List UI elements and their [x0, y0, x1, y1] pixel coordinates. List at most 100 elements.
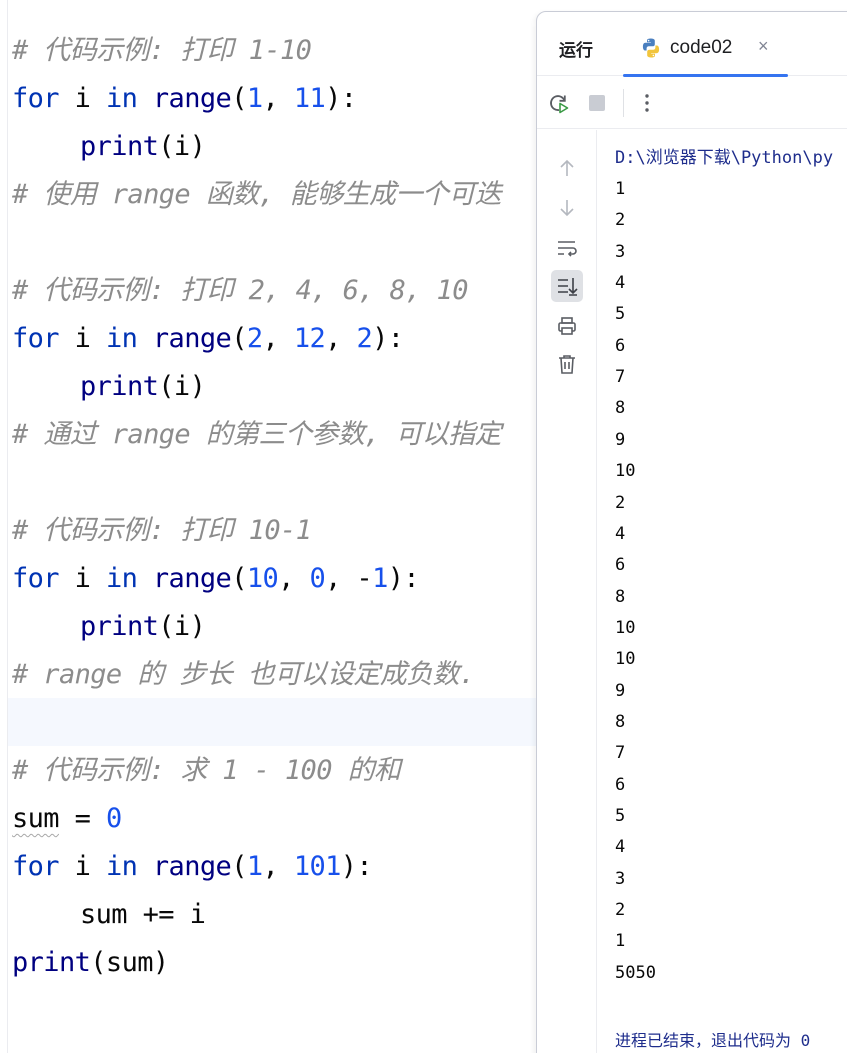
code-token: 12 [293, 323, 326, 354]
code-comment-line: # 通过 range 的第三个参数, 可以指定 [12, 419, 502, 450]
more-vertical-icon[interactable] [635, 91, 659, 115]
code-token: in [105, 563, 138, 594]
console-output-line: 10 [615, 649, 636, 670]
code-token: , [262, 851, 294, 882]
code-token: 0 [309, 563, 326, 594]
code-token: in [105, 851, 138, 882]
run-panel-title: 运行 [559, 41, 593, 60]
code-comment-line: # 代码示例: 打印 2, 4, 6, 8, 10 [12, 275, 468, 306]
console-side-toolbar [537, 130, 597, 1053]
code-token: i [58, 851, 106, 882]
code-token: print [80, 371, 159, 402]
arrow-down-icon[interactable] [551, 192, 583, 224]
editor-gutter-divider [7, 0, 8, 1053]
tab-label: code02 [670, 37, 733, 58]
code-comment-line: # 代码示例: 求 1 - 100 的和 [12, 755, 401, 786]
console-output-line: 10 [615, 461, 636, 482]
code-token: 11 [293, 83, 326, 114]
scroll-to-end-icon[interactable] [551, 270, 583, 302]
code-comment-line: # 代码示例: 打印 1-10 [12, 35, 312, 66]
console-output-line: 10 [615, 617, 636, 638]
code-token: for [12, 83, 60, 114]
code-line: sum += i [80, 891, 206, 939]
code-token: range [152, 851, 232, 882]
console-output-line: 6 [615, 335, 626, 356]
code-token: sum [12, 803, 60, 834]
code-token: i [58, 563, 106, 594]
arrow-up-icon[interactable] [551, 152, 583, 184]
code-token: (i) [158, 371, 206, 402]
console-output-line: 1 [615, 931, 626, 952]
code-token: range [152, 563, 232, 594]
code-line: sum = 0 [12, 795, 122, 843]
console-output-line: 8 [615, 711, 626, 732]
code-token: ( [231, 563, 247, 594]
rerun-icon[interactable] [547, 91, 571, 115]
code-line: print(i) [80, 603, 206, 651]
code-line: for i in range(1, 11): [12, 75, 357, 123]
code-token: ): [372, 323, 404, 354]
code-line: print(i) [80, 363, 206, 411]
code-token: range [152, 83, 232, 114]
code-token: sum += i [80, 899, 206, 930]
console-output-line: 5050 [615, 962, 656, 983]
run-panel-header: 运行 code02 × [537, 12, 847, 77]
console-output-line: 4 [615, 273, 626, 294]
console-output-line: 2 [615, 492, 626, 513]
console-output-line: 6 [615, 774, 626, 795]
code-token: for [12, 323, 60, 354]
console-output-line: 7 [615, 743, 626, 764]
console-output-line: 5 [615, 304, 626, 325]
console-output-line: 9 [615, 429, 626, 450]
code-token: print [12, 947, 91, 978]
code-token: (sum) [90, 947, 169, 978]
close-icon[interactable]: × [758, 36, 769, 57]
code-line: print(i) [80, 123, 206, 171]
code-token: i [58, 323, 106, 354]
stop-icon[interactable] [585, 91, 609, 115]
console-output-line: 8 [615, 398, 626, 419]
console-output-line: 1 [615, 179, 626, 199]
code-token: 1 [246, 83, 263, 114]
code-line: for i in range(10, 0, -1): [12, 555, 420, 603]
console-output-line: 5 [615, 806, 626, 826]
process-exit-message: 进程已结束，退出代码为 0 [615, 1031, 811, 1050]
code-token: ( [231, 323, 247, 354]
print-icon[interactable] [551, 310, 583, 342]
code-comment-line: # range 的 步长 也可以设定成负数. [12, 659, 475, 690]
console-output-line: 6 [615, 555, 626, 576]
tab-code02[interactable]: code02 × [623, 12, 788, 77]
code-token: ): [340, 851, 373, 882]
console-output-line: 7 [615, 367, 626, 388]
code-token: print [80, 131, 159, 162]
code-token: , [278, 563, 310, 594]
soft-wrap-icon[interactable] [551, 232, 583, 264]
code-token: 101 [293, 851, 342, 882]
code-token: , [262, 323, 294, 354]
console-output[interactable]: D:\浏览器下载\Python\py 1 2 3 4 5 6 7 8 9 10 2 4 6 8 10 10 9 8 7… [615, 133, 847, 1053]
console-output-line: 8 [615, 586, 626, 607]
code-line: print(sum) [12, 939, 169, 987]
console-output-line: 3 [615, 241, 626, 262]
code-token: , - [325, 563, 373, 594]
code-token: 10 [246, 563, 279, 594]
run-toolbar [537, 77, 847, 129]
code-token: 1 [246, 851, 263, 882]
code-token: in [105, 323, 138, 354]
code-token: for [12, 851, 60, 882]
code-token: ( [231, 83, 247, 114]
code-token: ): [325, 83, 357, 114]
code-comment-line: # 代码示例: 打印 10-1 [12, 515, 312, 546]
code-token: in [105, 83, 138, 114]
code-token: 2 [246, 323, 263, 354]
code-token: (i) [158, 611, 206, 642]
code-line: for i in range(2, 12, 2): [12, 315, 404, 363]
code-token: ): [387, 563, 420, 594]
trash-icon[interactable] [551, 348, 583, 380]
code-token: 2 [356, 323, 373, 354]
code-token: = [58, 803, 106, 834]
